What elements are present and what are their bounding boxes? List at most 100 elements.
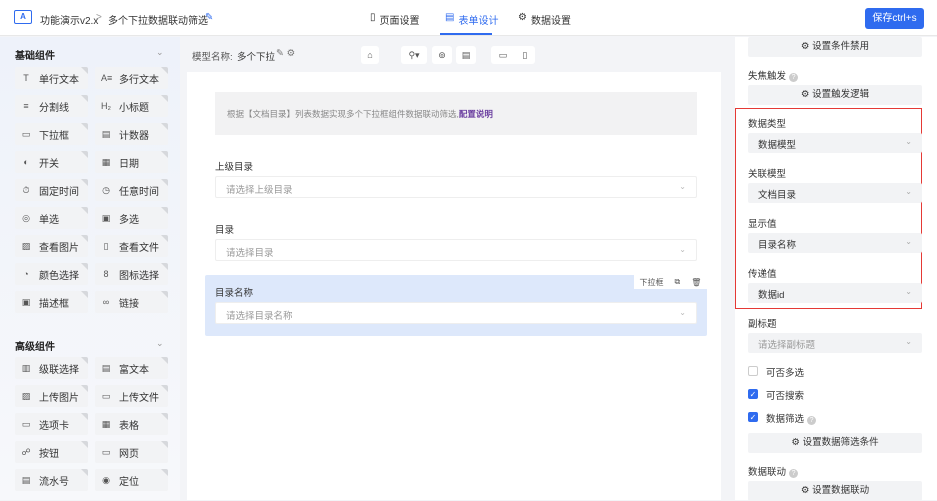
component-label: 分割线: [39, 99, 69, 114]
component-item[interactable]: ▤流水号: [15, 469, 88, 491]
set-data-linkage-button[interactable]: ⚙ 设置数据联动: [748, 481, 922, 501]
tab-data-settings[interactable]: ⚙数据设置: [518, 12, 571, 27]
placeholder: 请选择副标题: [758, 337, 815, 349]
component-item[interactable]: ▭选项卡: [15, 413, 88, 435]
component-item[interactable]: ≡ 分割线: [15, 95, 88, 117]
config-guide-link[interactable]: 配置说明: [459, 109, 493, 119]
component-item[interactable]: ⏱固定时间: [15, 179, 88, 201]
edit-title-icon[interactable]: ✎: [205, 12, 213, 23]
searchable-checkbox[interactable]: ✓: [748, 389, 758, 399]
delete-icon[interactable]: 🗑: [691, 278, 701, 287]
field-type-tag: 下拉框: [640, 277, 664, 288]
component-item[interactable]: ◐开关: [15, 151, 88, 173]
component-item[interactable]: ◔颜色选择: [15, 263, 88, 285]
component-icon: ▭: [21, 419, 31, 430]
device-switch: ▭▯: [491, 46, 535, 64]
save-button[interactable]: 保存ctrl+s: [865, 8, 924, 29]
breadcrumb-app[interactable]: 功能演示v2.x: [40, 12, 98, 27]
set-filter-condition-button[interactable]: ⚙ 设置数据筛选条件: [748, 433, 922, 453]
style-dropdown-icon[interactable]: ⚲▾: [401, 46, 427, 64]
copy-icon[interactable]: ⧉: [675, 277, 681, 287]
component-item[interactable]: ☍按钮: [15, 441, 88, 463]
select-value: 目录名称: [758, 237, 796, 249]
component-label: 级联选择: [39, 361, 79, 376]
info-notice: 根据【文档目录】列表数据实现多个下拉框组件数据联动筛选,配置说明: [215, 92, 697, 135]
chevron-down-icon[interactable]: ⌄: [156, 338, 164, 349]
component-item[interactable]: 8图标选择: [95, 263, 168, 285]
data-filter-checkbox[interactable]: ✓: [748, 412, 758, 422]
multi-select-checkbox[interactable]: [748, 366, 758, 376]
component-icon: ⏱: [21, 185, 31, 196]
field-toolbar: 下拉框 ⧉ 🗑: [634, 275, 707, 289]
component-label: 颜色选择: [39, 267, 79, 282]
button-label: 设置数据筛选条件: [803, 437, 879, 448]
component-label: 上传图片: [39, 389, 79, 404]
parent-directory-select[interactable]: 请选择上级目录⌄: [215, 176, 697, 198]
desktop-icon[interactable]: ▭: [499, 46, 508, 64]
button-label: 设置数据联动: [812, 485, 869, 496]
component-item[interactable]: ▦日期: [95, 151, 168, 173]
help-icon[interactable]: ?: [789, 469, 798, 478]
label-text: 数据筛选: [766, 414, 804, 425]
set-trigger-logic-button[interactable]: ⚙ 设置触发逻辑: [748, 85, 922, 105]
component-item[interactable]: ◎单选: [15, 207, 88, 229]
field-label: 目录名称: [215, 285, 253, 299]
tab-form-design[interactable]: ▤表单设计: [445, 12, 498, 27]
chevron-down-icon: ⌄: [905, 287, 912, 299]
component-label: 定位: [119, 473, 139, 488]
set-condition-disable-button[interactable]: ⚙ 设置条件禁用: [748, 37, 922, 57]
basic-components-title: 基础组件: [15, 47, 55, 62]
help-icon[interactable]: ?: [789, 73, 798, 82]
component-item[interactable]: ▨查看图片: [15, 235, 88, 257]
component-item[interactable]: ▦表格: [95, 413, 168, 435]
component-item[interactable]: T单行文本: [15, 67, 88, 89]
model-name-label: 模型名称:: [192, 49, 233, 63]
link-icon[interactable]: ⊚: [432, 46, 452, 64]
component-item[interactable]: ▭下拉框: [15, 123, 88, 145]
directory-name-select[interactable]: 请选择目录名称⌄: [215, 302, 697, 324]
component-item[interactable]: ▣多选: [95, 207, 168, 229]
edit-icon[interactable]: ✎ ⚙: [276, 48, 295, 59]
component-icon: ≡: [21, 101, 31, 111]
select-value: 数据id: [758, 287, 784, 299]
tab-label: 页面设置: [380, 12, 420, 27]
component-item[interactable]: ▭上传文件: [95, 385, 168, 407]
preview-icon[interactable]: ▤: [456, 46, 476, 64]
select-value: 文档目录: [758, 187, 796, 199]
component-item[interactable]: ▯查看文件: [95, 235, 168, 257]
component-label: 日期: [119, 155, 139, 170]
component-label: 表格: [119, 417, 139, 432]
component-label: 下拉框: [39, 127, 69, 142]
component-item[interactable]: ▨上传图片: [15, 385, 88, 407]
component-item[interactable]: ▤富文本: [95, 357, 168, 379]
related-model-select[interactable]: 文档目录⌄: [748, 183, 922, 203]
component-item[interactable]: ▣描述框: [15, 291, 88, 313]
form-icon: ▤: [445, 12, 454, 27]
component-item[interactable]: ◷任意时间: [95, 179, 168, 201]
directory-select[interactable]: 请选择目录⌄: [215, 239, 697, 261]
component-item[interactable]: ∞链接: [95, 291, 168, 313]
component-label: 按钮: [39, 445, 59, 460]
bookmark-icon: ▯: [370, 12, 376, 27]
component-label: 描述框: [39, 295, 69, 310]
help-icon[interactable]: ?: [807, 416, 816, 425]
component-item[interactable]: ◉定位: [95, 469, 168, 491]
component-label: 任意时间: [119, 183, 159, 198]
display-value-select[interactable]: 目录名称⌄: [748, 233, 922, 253]
pass-value-select[interactable]: 数据id ⌄: [748, 283, 922, 303]
data-type-select[interactable]: 数据模型⌄: [748, 133, 922, 153]
breadcrumb-page: 多个下拉数据联动筛选: [108, 12, 208, 27]
mobile-icon[interactable]: ▯: [522, 46, 527, 64]
tab-page-settings[interactable]: ▯ 页面设置: [370, 12, 420, 27]
component-item[interactable]: ▤计数器: [95, 123, 168, 145]
component-item[interactable]: ▭网页: [95, 441, 168, 463]
chevron-down-icon[interactable]: ⌄: [156, 47, 164, 58]
component-item[interactable]: H₂小标题: [95, 95, 168, 117]
component-icon: A≡: [101, 73, 111, 83]
multi-select-label: 可否多选: [766, 365, 804, 379]
component-item[interactable]: ▥级联选择: [15, 357, 88, 379]
component-label: 单行文本: [39, 71, 79, 86]
home-icon[interactable]: ⌂: [361, 46, 379, 64]
component-item[interactable]: A≡多行文本: [95, 67, 168, 89]
subtitle-select[interactable]: 请选择副标题⌄: [748, 333, 922, 353]
